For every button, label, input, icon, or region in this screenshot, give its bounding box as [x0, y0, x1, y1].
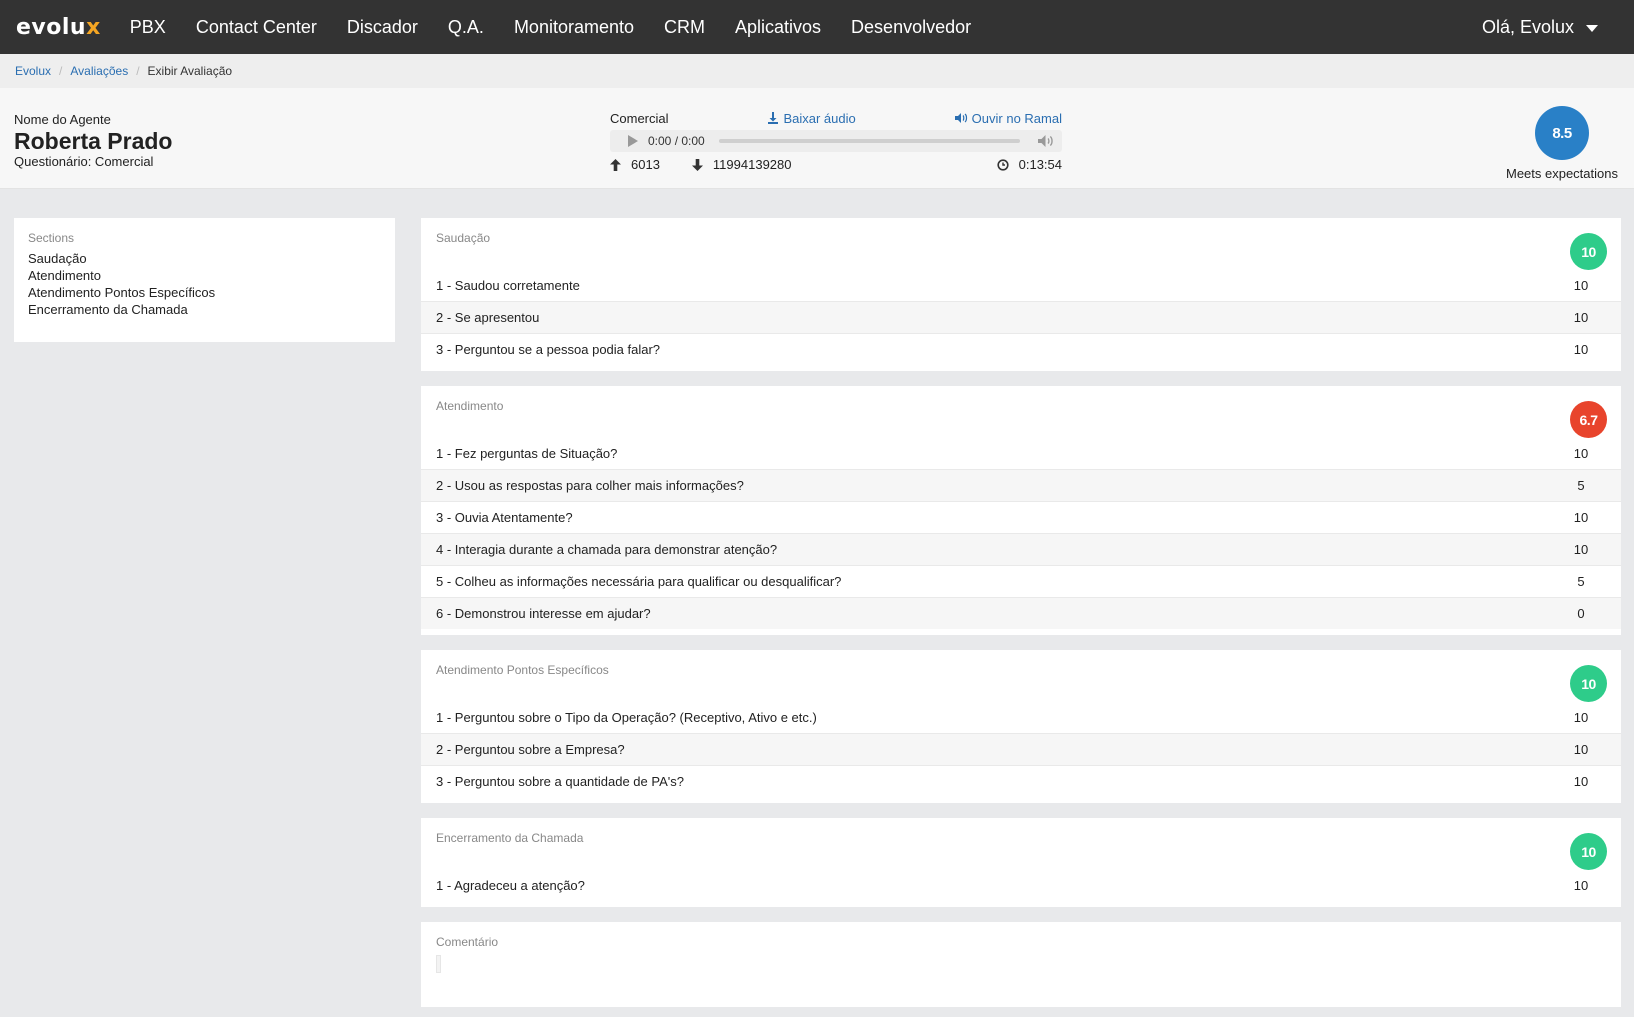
breadcrumb-separator: / [59, 64, 63, 78]
question-score: 10 [1573, 742, 1589, 757]
question-row: 2 - Perguntou sobre a Empresa? 10 [421, 733, 1621, 765]
agent-label: Nome do Agente [14, 112, 111, 127]
arrow-up-icon [610, 158, 621, 171]
overall-score: 8.5 Meets expectations [1504, 106, 1620, 181]
question-list: 1 - Saudou corretamente 10 2 - Se apresen… [421, 269, 1621, 365]
audio-time: 0:00 / 0:00 [648, 134, 705, 148]
question-row: 2 - Usou as respostas para colher mais i… [421, 469, 1621, 501]
breadcrumb-avaliacoes[interactable]: Avaliações [70, 64, 128, 78]
overall-score-badge: 8.5 [1535, 106, 1589, 160]
download-audio-link[interactable]: Baixar áudio [767, 110, 856, 126]
clock-icon [997, 158, 1009, 171]
agent-name: Roberta Prado [14, 128, 173, 154]
question-row: 1 - Agradeceu a atenção? 10 [421, 869, 1621, 901]
nav-item-desenvolvedor[interactable]: Desenvolvedor [851, 17, 971, 38]
sidebar-item-atendimento[interactable]: Atendimento [28, 267, 381, 284]
caret-down-icon [1586, 24, 1598, 32]
breadcrumb: Evolux / Avaliações / Exibir Avaliação [0, 54, 1634, 88]
volume-icon[interactable] [1038, 134, 1054, 148]
section-title: Atendimento Pontos Específicos [436, 663, 609, 677]
question-row: 2 - Se apresentou 10 [421, 301, 1621, 333]
nav-item-crm[interactable]: CRM [664, 17, 705, 38]
download-audio-label: Baixar áudio [783, 110, 856, 126]
nav-item-qa[interactable]: Q.A. [448, 17, 484, 38]
nav-item-pbx[interactable]: PBX [130, 17, 166, 38]
sidebar-item-atendimento-pontos-especificos[interactable]: Atendimento Pontos Específicos [28, 284, 381, 301]
comment-title: Comentário [436, 935, 499, 949]
listen-on-extension-link[interactable]: Ouvir no Ramal [954, 110, 1062, 126]
sidebar-item-saudacao[interactable]: Saudação [28, 250, 381, 267]
audio-progress-bar[interactable] [718, 139, 1020, 143]
comment-textarea[interactable] [436, 955, 441, 973]
section-card-atendimento: Atendimento 6.7 1 - Fez perguntas de Sit… [421, 386, 1621, 635]
download-icon [768, 112, 779, 124]
overall-score-label: Meets expectations [1505, 166, 1618, 181]
question-row: 3 - Ouvia Atentamente? 10 [421, 501, 1621, 533]
section-card-encerramento-da-chamada: Encerramento da Chamada 10 1 - Agradeceu… [421, 818, 1621, 907]
question-score: 5 [1577, 574, 1585, 589]
question-score: 5 [1577, 478, 1585, 493]
user-greeting: Olá, Evolux [1481, 16, 1574, 37]
section-score-badge: 6.7 [1570, 401, 1607, 438]
question-score: 10 [1573, 342, 1589, 357]
question-score: 10 [1573, 510, 1589, 525]
question-score: 0 [1577, 606, 1585, 621]
breadcrumb-evolux[interactable]: Evolux [15, 64, 51, 78]
questionnaire-name: Questionário: Comercial [14, 154, 154, 169]
listen-on-extension-label: Ouvir no Ramal [971, 110, 1062, 126]
question-list: 1 - Perguntou sobre o Tipo da Operação? … [421, 701, 1621, 797]
arrow-down-icon [691, 158, 703, 171]
question-score: 10 [1573, 774, 1589, 789]
question-list: 1 - Agradeceu a atenção? 10 [421, 869, 1621, 901]
call-origin: 6013 [610, 157, 660, 172]
user-menu[interactable]: Olá, Evolux [1482, 17, 1598, 38]
question-score: 10 [1573, 445, 1589, 461]
sidebar-item-encerramento-da-chamada[interactable]: Encerramento da Chamada [28, 301, 381, 318]
question-row: 1 - Fez perguntas de Situação? 10 [421, 437, 1621, 469]
nav-item-monitoramento[interactable]: Monitoramento [514, 17, 634, 38]
nav-item-discador[interactable]: Discador [347, 17, 418, 38]
call-duration: 0:13:54 [997, 157, 1062, 172]
section-score-badge: 10 [1570, 665, 1607, 702]
section-cards: Saudação 10 1 - Saudou corretamente 10 2 … [421, 218, 1621, 1007]
top-navbar: evolux PBX Contact Center Discador Q.A. … [0, 0, 1634, 54]
nav-item-contact-center[interactable]: Contact Center [196, 17, 317, 38]
breadcrumb-current: Exibir Avaliação [147, 64, 233, 78]
call-audio-panel: Comercial Baixar áudio Ouvir no Ramal 0:… [610, 110, 1062, 172]
call-destination: 11994139280 [691, 157, 792, 172]
comment-card: Comentário [421, 922, 1621, 1007]
play-icon[interactable] [628, 135, 638, 147]
breadcrumb-separator: / [136, 64, 140, 78]
question-list: 1 - Fez perguntas de Situação? 10 2 - Uso… [421, 437, 1621, 629]
section-score-badge: 10 [1570, 233, 1607, 270]
volume-icon [954, 113, 967, 123]
question-score: 10 [1573, 542, 1589, 557]
evaluation-header: Nome do Agente Roberta Prado Questionári… [0, 88, 1634, 189]
audio-player: 0:00 / 0:00 [610, 130, 1062, 152]
section-title: Encerramento da Chamada [436, 831, 584, 845]
question-row: 3 - Perguntou se a pessoa podia falar? 10 [421, 333, 1621, 365]
question-row: 6 - Demonstrou interesse em ajudar? 0 [421, 597, 1621, 629]
evolux-logo[interactable]: evolux [16, 15, 101, 40]
sections-sidebar: Sections Saudação Atendimento Atendiment… [14, 218, 395, 342]
nav-item-aplicativos[interactable]: Aplicativos [735, 17, 821, 38]
section-score-badge: 10 [1570, 833, 1607, 870]
agent-info: Nome do Agente Roberta Prado Questionári… [14, 112, 172, 169]
question-row: 3 - Perguntou sobre a quantidade de PA's… [421, 765, 1621, 797]
question-row: 1 - Saudou corretamente 10 [421, 269, 1621, 301]
question-row: 1 - Perguntou sobre o Tipo da Operação? … [421, 701, 1621, 733]
question-score: 10 [1573, 277, 1589, 293]
question-score: 10 [1573, 310, 1589, 325]
question-score: 10 [1573, 709, 1589, 725]
question-score: 10 [1573, 877, 1589, 893]
queue-name: Comercial [610, 110, 669, 126]
sidebar-title: Sections [28, 231, 75, 245]
question-row: 5 - Colheu as informações necessária par… [421, 565, 1621, 597]
section-card-atendimento-pontos-especificos: Atendimento Pontos Específicos 10 1 - Pe… [421, 650, 1621, 803]
section-card-saudacao: Saudação 10 1 - Saudou corretamente 10 2 … [421, 218, 1621, 371]
question-row: 4 - Interagia durante a chamada para dem… [421, 533, 1621, 565]
section-title: Atendimento [436, 399, 504, 413]
section-title: Saudação [436, 231, 491, 245]
